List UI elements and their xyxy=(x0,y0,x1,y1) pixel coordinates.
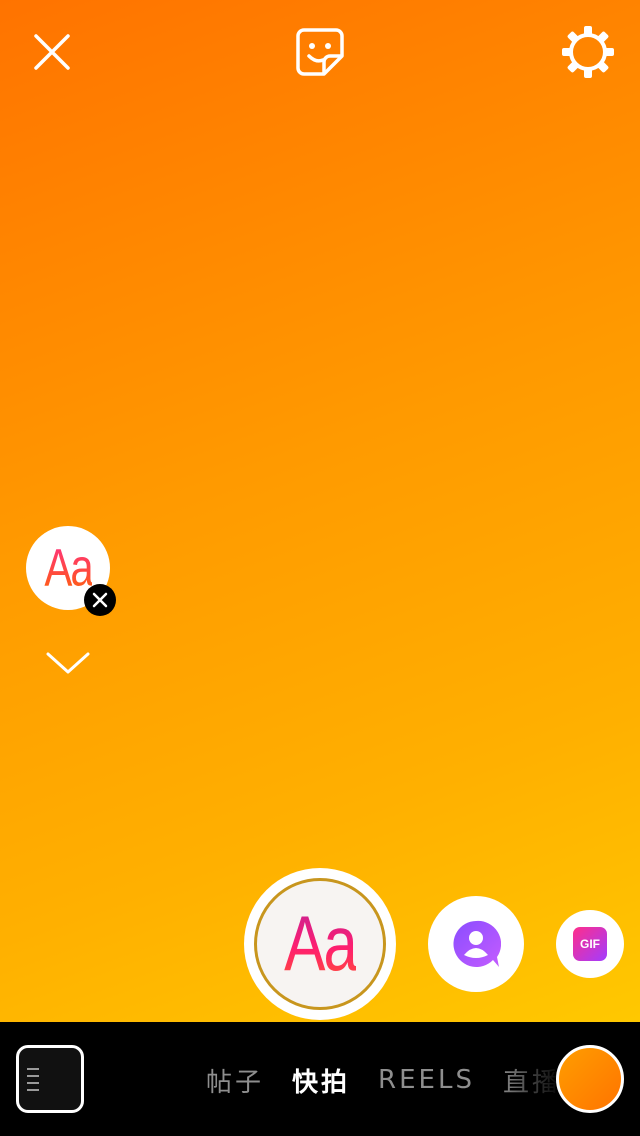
remove-text-style-button[interactable] xyxy=(84,584,116,616)
text-tool-button[interactable]: Aa xyxy=(244,868,396,1020)
gear-icon xyxy=(562,26,614,78)
settings-button[interactable] xyxy=(558,22,618,82)
text-tool-ring: Aa xyxy=(254,878,386,1010)
sticker-icon xyxy=(296,28,344,76)
sticker-button[interactable] xyxy=(292,24,348,80)
tab-post[interactable]: 帖子 xyxy=(206,1062,264,1099)
mention-button[interactable] xyxy=(428,896,524,992)
chevron-down-icon xyxy=(46,652,90,674)
close-icon xyxy=(34,34,70,70)
gallery-preview xyxy=(27,1068,39,1096)
tab-reels[interactable]: REELS xyxy=(378,1065,475,1095)
text-style-label: Aa xyxy=(44,538,93,597)
person-mention-icon xyxy=(453,920,501,967)
expand-button[interactable] xyxy=(44,646,92,680)
gallery-thumbnail[interactable] xyxy=(16,1045,84,1113)
gif-button[interactable]: GIF xyxy=(556,910,624,978)
gif-label: GIF xyxy=(573,927,607,961)
text-tool-label: Aa xyxy=(284,900,358,988)
tab-story[interactable]: 快拍 xyxy=(292,1062,350,1099)
shutter-button[interactable] xyxy=(556,1045,624,1113)
close-button[interactable] xyxy=(24,24,80,80)
close-icon xyxy=(92,592,108,608)
tabs-fade-overlay xyxy=(500,1040,560,1120)
